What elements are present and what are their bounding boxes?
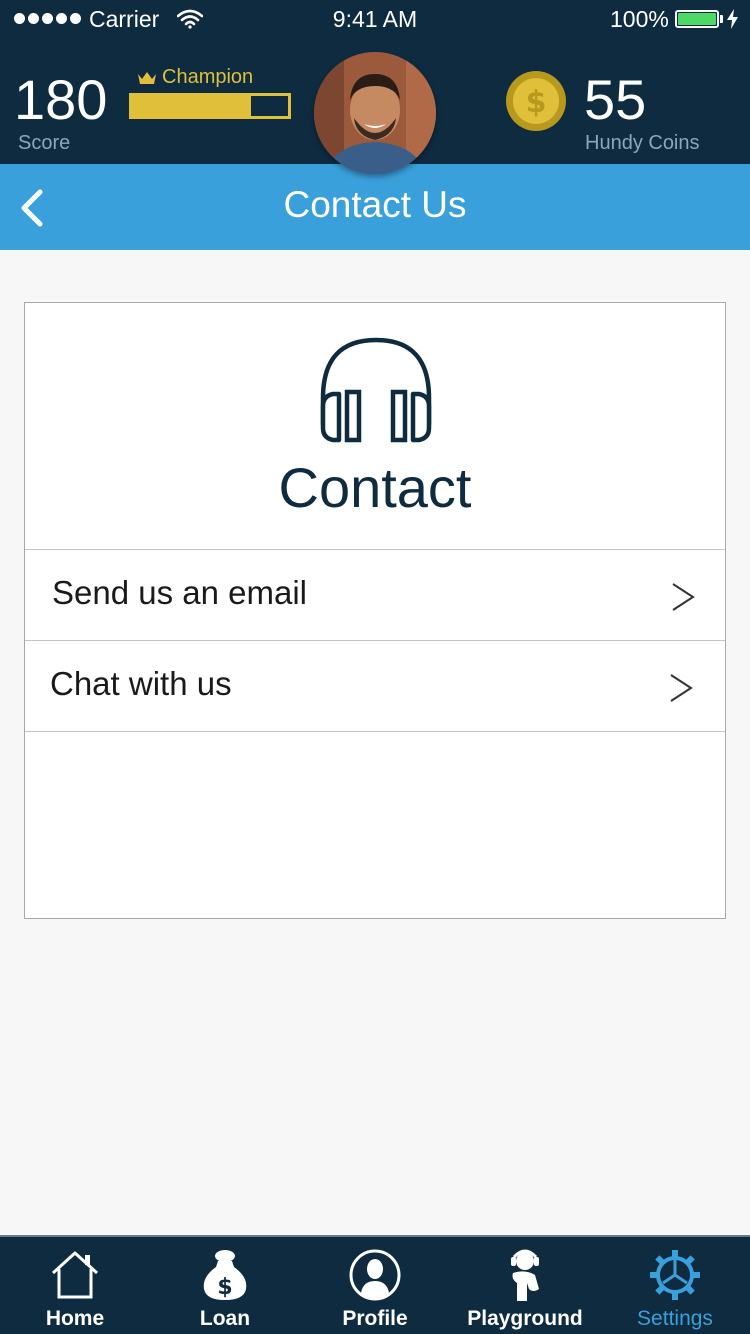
tab-bar: Home $ Loan Profile Playground Settings	[0, 1235, 750, 1334]
tab-label: Playground	[467, 1307, 583, 1330]
tab-label: Profile	[342, 1307, 408, 1330]
svg-text:$: $	[217, 1275, 232, 1300]
contact-card: Contact Send us an email Chat with us	[24, 302, 726, 919]
score-value: 180	[14, 68, 108, 131]
crown-icon	[138, 71, 156, 84]
tab-label: Loan	[199, 1307, 251, 1330]
nav-bar: Contact Us	[0, 164, 750, 250]
rank-badge: Champion	[137, 66, 253, 89]
avatar-photo	[314, 52, 436, 174]
top-header: Carrier 9:41 AM 100% 180 Score Champion	[0, 0, 750, 174]
home-icon	[51, 1251, 99, 1299]
tab-profile[interactable]: Profile	[300, 1237, 450, 1334]
tab-settings[interactable]: Settings	[600, 1237, 750, 1334]
rank-progress-bar	[129, 93, 291, 119]
score-label: Score	[18, 132, 71, 154]
charging-bolt-icon	[727, 9, 738, 29]
headphones-icon	[320, 337, 432, 443]
rank-progress-fill	[132, 96, 251, 116]
divider	[25, 731, 725, 732]
money-bag-icon: $	[203, 1250, 247, 1300]
chat-label: Chat with us	[50, 665, 232, 702]
page-title: Contact Us	[283, 184, 467, 225]
tab-label: Settings	[637, 1307, 713, 1330]
rank-label: Champion	[162, 66, 254, 88]
coins-label: Hundy Coins	[585, 132, 700, 154]
coins-value: 55	[584, 68, 647, 131]
battery-icon	[675, 10, 719, 28]
chevron-right-icon	[672, 583, 695, 611]
battery-tip	[720, 15, 723, 23]
send-email-label: Send us an email	[52, 574, 307, 611]
gear-icon	[650, 1250, 700, 1300]
tab-home[interactable]: Home	[0, 1237, 150, 1334]
coin-icon: $	[506, 71, 566, 131]
avatar[interactable]	[314, 52, 436, 174]
tab-playground[interactable]: Playground	[450, 1237, 600, 1334]
tab-loan[interactable]: $ Loan	[150, 1237, 300, 1334]
chat-row[interactable]: Chat with us	[25, 641, 725, 731]
chevron-right-icon	[670, 674, 693, 702]
playground-icon	[511, 1249, 539, 1301]
status-bar: Carrier 9:41 AM 100%	[0, 0, 750, 40]
svg-text:$: $	[526, 85, 547, 120]
battery-percentage: 100%	[610, 6, 669, 32]
card-title: Contact	[278, 456, 472, 519]
tab-label: Home	[45, 1307, 105, 1330]
profile-icon	[349, 1249, 401, 1301]
send-email-row[interactable]: Send us an email	[25, 550, 725, 640]
